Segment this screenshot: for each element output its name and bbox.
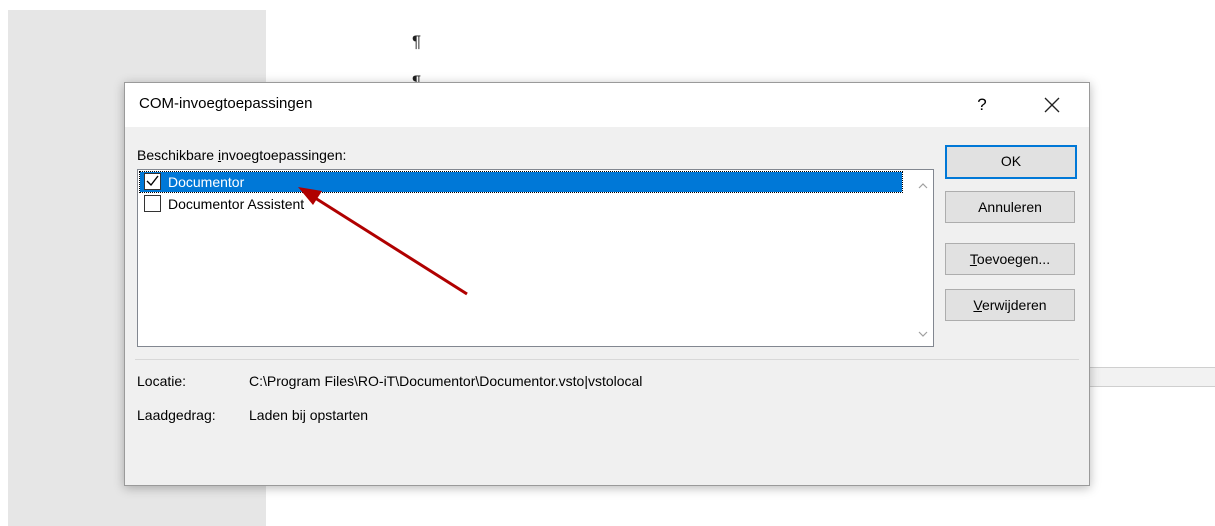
list-item-label: Documentor Assistent	[168, 196, 305, 212]
list-item-documentor-assistent[interactable]: Documentor Assistent	[140, 194, 902, 214]
list-item-label: Documentor	[168, 174, 245, 190]
list-item-documentor[interactable]: Documentor	[140, 172, 902, 192]
location-value: C:\Program Files\RO-iT\Documentor\Docume…	[249, 373, 643, 389]
scroll-down-icon[interactable]	[916, 326, 930, 337]
load-behavior-label: Laadgedrag:	[137, 407, 216, 423]
close-button[interactable]	[1031, 89, 1071, 121]
help-button[interactable]: ?	[965, 89, 999, 121]
remove-button[interactable]: Verwijderen	[945, 289, 1075, 321]
checkbox-documentor[interactable]	[144, 173, 161, 190]
com-addins-dialog: COM-invoegtoepassingen ? Beschikbare inv…	[124, 82, 1090, 486]
location-label: Locatie:	[137, 373, 187, 389]
scroll-up-icon[interactable]	[916, 178, 930, 189]
paragraph-mark: ¶	[412, 32, 422, 51]
dialog-title: COM-invoegtoepassingen	[139, 95, 313, 112]
checkbox-documentor-assistent[interactable]	[144, 195, 161, 212]
document-horizontal-bar	[1085, 367, 1215, 387]
load-behavior-value: Laden bij opstarten	[249, 407, 369, 423]
checkmark-icon	[146, 175, 159, 187]
addins-listbox[interactable]: Documentor Documentor Assistent	[137, 169, 934, 347]
addins-list-label: Beschikbare invoegtoepassingen:	[137, 147, 347, 163]
add-button[interactable]: Toevoegen...	[945, 243, 1075, 275]
ok-button[interactable]: OK	[945, 145, 1077, 179]
dialog-titlebar: COM-invoegtoepassingen ?	[125, 83, 1089, 127]
divider	[135, 359, 1079, 360]
close-icon	[1044, 97, 1060, 113]
cancel-button[interactable]: Annuleren	[945, 191, 1075, 223]
